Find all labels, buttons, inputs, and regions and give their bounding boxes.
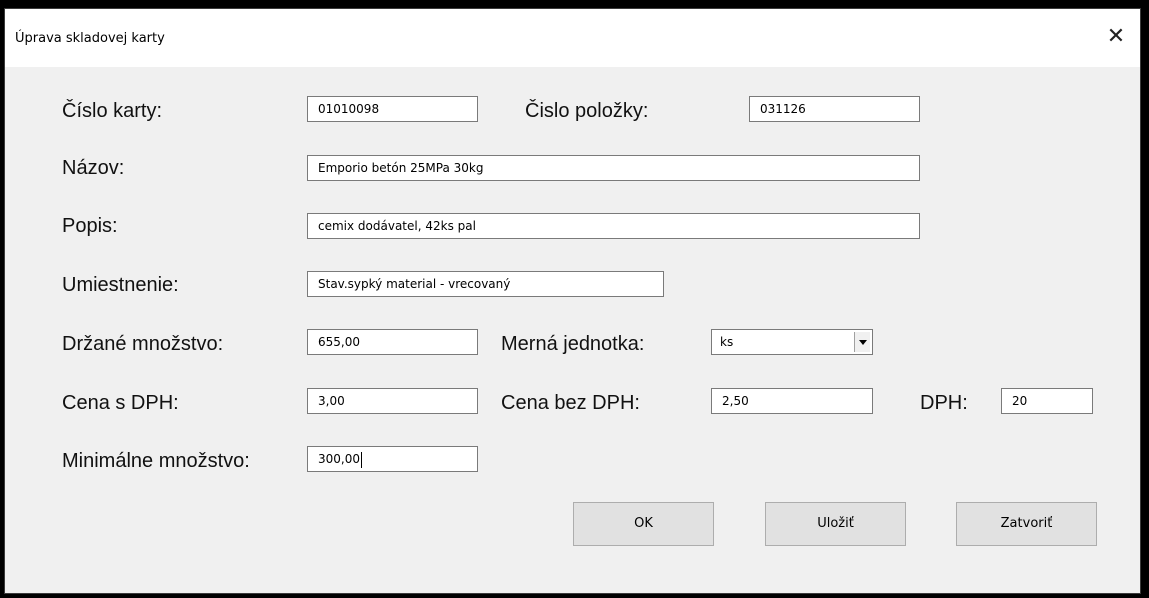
umiestnenie-field[interactable]: Stav.sypký material - vrecovaný — [307, 271, 664, 297]
drzane-mnozstvo-label: Držané množstvo: — [62, 333, 224, 355]
umiestnenie-label: Umiestnenie: — [62, 274, 179, 296]
popis-label: Popis: — [62, 215, 118, 237]
close-icon[interactable]: ✕ — [1102, 23, 1130, 51]
minimalne-mnozstvo-value: 300,00 — [318, 452, 360, 466]
dialog-window: Úprava skladovej karty ✕ Číslo karty: 01… — [4, 8, 1141, 594]
merna-jednotka-select[interactable]: ks — [711, 329, 873, 355]
dph-label: DPH: — [920, 392, 968, 414]
close-button[interactable]: Zatvoriť — [956, 502, 1097, 546]
merna-jednotka-label: Merná jednotka: — [501, 333, 645, 355]
drzane-mnozstvo-field[interactable]: 655,00 — [307, 329, 478, 355]
popis-field[interactable]: cemix dodávatel, 42ks pal — [307, 213, 920, 239]
dropdown-arrow-icon[interactable] — [854, 332, 870, 352]
ok-button[interactable]: OK — [573, 502, 714, 546]
cislo-polozky-label: Čislo položky: — [525, 100, 649, 122]
cena-bez-dph-field[interactable]: 2,50 — [711, 388, 873, 414]
merna-jednotka-value: ks — [720, 335, 734, 349]
dialog-title: Úprava skladovej karty — [15, 31, 165, 46]
cena-s-dph-label: Cena s DPH: — [62, 392, 179, 414]
save-button[interactable]: Uložiť — [765, 502, 906, 546]
cislo-karty-label: Číslo karty: — [62, 100, 163, 122]
nazov-label: Názov: — [62, 157, 125, 179]
title-bar: Úprava skladovej karty ✕ — [5, 9, 1140, 67]
minimalne-mnozstvo-field[interactable]: 300,00 — [307, 446, 478, 472]
cislo-karty-field[interactable]: 01010098 — [307, 96, 478, 122]
minimalne-mnozstvo-label: Minimálne množstvo: — [62, 450, 250, 472]
cena-s-dph-field[interactable]: 3,00 — [307, 388, 478, 414]
cislo-polozky-field[interactable]: 031126 — [749, 96, 920, 122]
cena-bez-dph-label: Cena bez DPH: — [501, 392, 640, 414]
nazov-field[interactable]: Emporio betón 25MPa 30kg — [307, 155, 920, 181]
text-caret — [361, 451, 362, 468]
dph-field[interactable]: 20 — [1001, 388, 1093, 414]
